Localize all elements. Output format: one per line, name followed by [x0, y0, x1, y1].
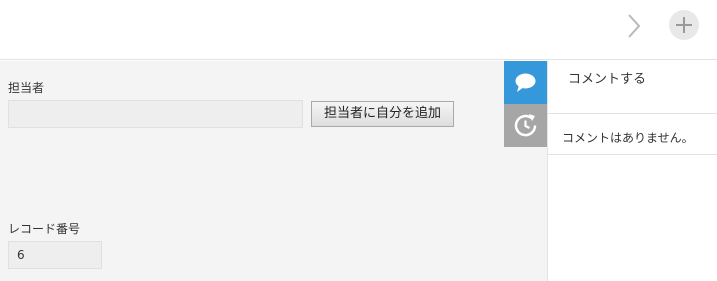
history-tab[interactable] — [504, 104, 547, 147]
next-record-chevron-icon[interactable] — [618, 10, 650, 42]
assignee-field[interactable] — [8, 100, 303, 128]
history-icon — [514, 114, 537, 137]
comment-panel: コメントする コメントはありません。 — [547, 61, 717, 281]
no-comments-message: コメントはありません。 — [562, 131, 694, 145]
divider — [548, 154, 717, 155]
speech-bubble-icon — [515, 73, 536, 92]
assign-self-button[interactable]: 担当者に自分を追加 — [311, 101, 454, 127]
comments-tab[interactable] — [504, 61, 547, 104]
assignee-label: 担当者 — [8, 81, 45, 95]
record-detail-screen: 担当者 担当者に自分を追加 レコード番号 6 コメントする コメントはありません… — [0, 0, 717, 281]
add-record-plus-icon[interactable] — [669, 10, 699, 40]
record-number-value: 6 — [8, 241, 102, 269]
divider — [548, 113, 717, 114]
post-comment-link[interactable]: コメントする — [568, 68, 646, 87]
record-number-label: レコード番号 — [8, 222, 81, 236]
toolbar — [0, 0, 717, 60]
record-form: 担当者 担当者に自分を追加 レコード番号 6 — [0, 61, 547, 281]
